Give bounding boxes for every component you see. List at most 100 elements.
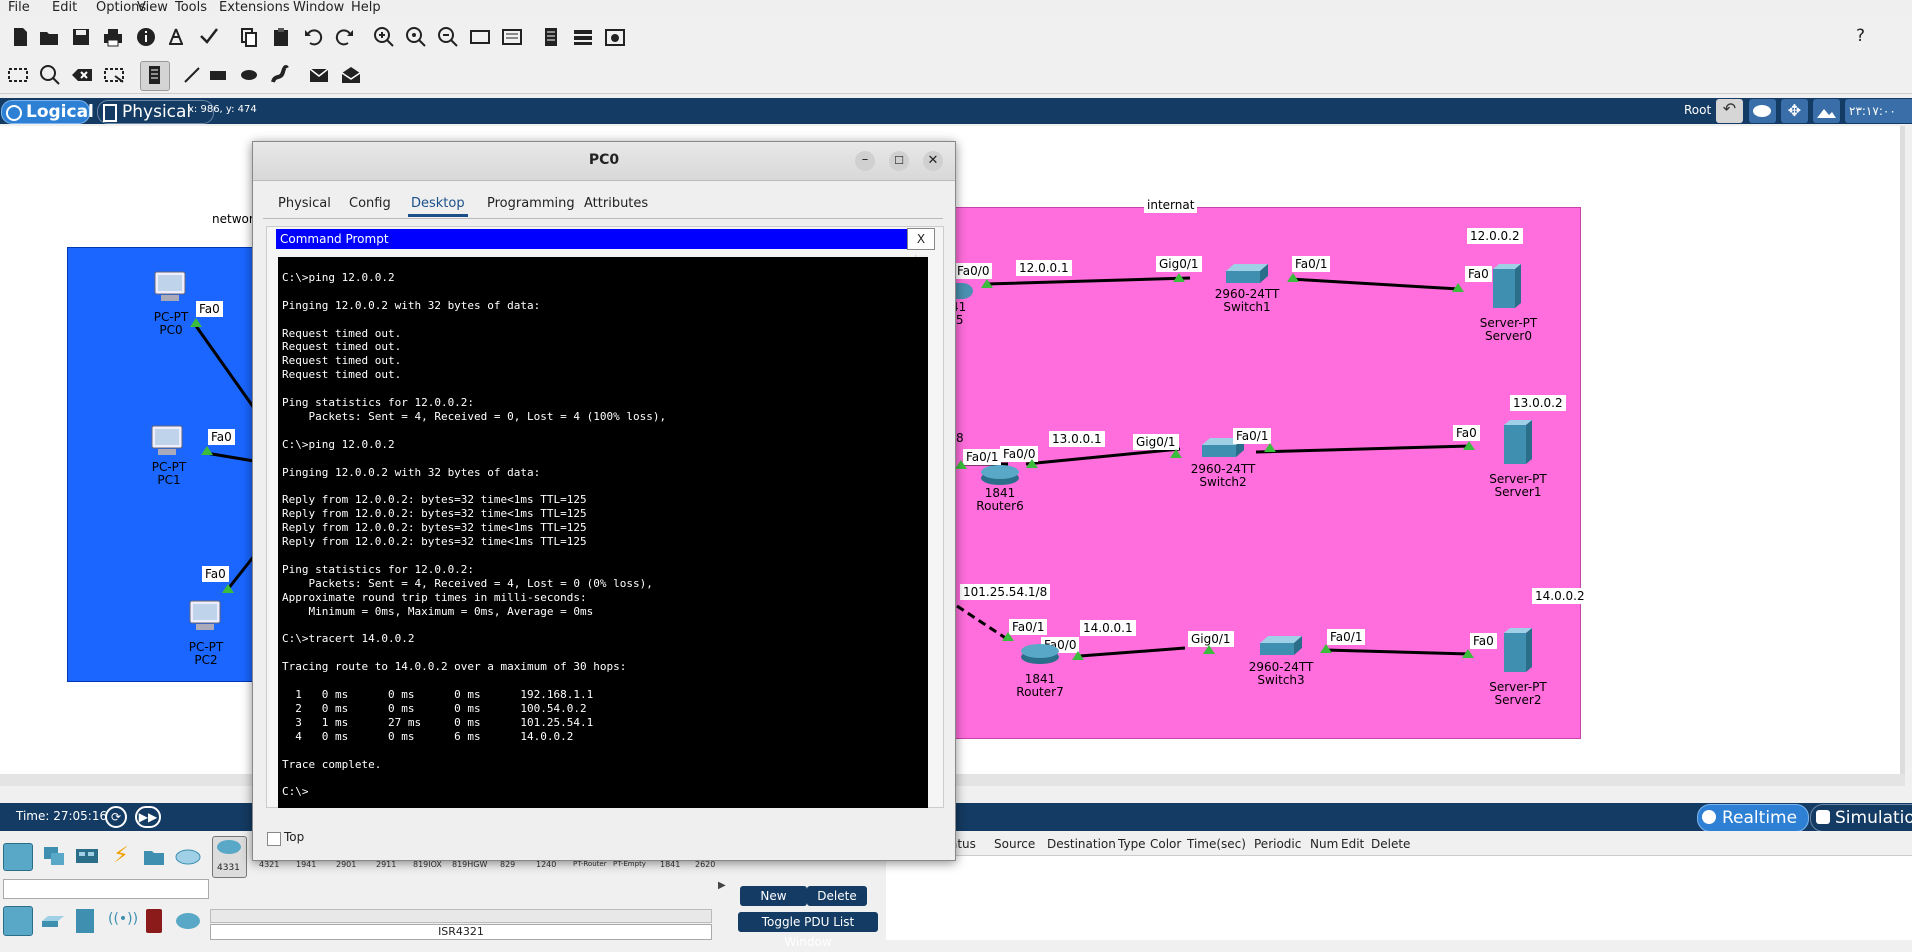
- multiuser-icon[interactable]: [174, 843, 202, 869]
- menu-tools[interactable]: Tools: [175, 0, 207, 15]
- new-file-icon[interactable]: [7, 24, 33, 50]
- inspect-icon[interactable]: [37, 62, 63, 88]
- connections-icon[interactable]: ⚡: [108, 843, 134, 869]
- model-829[interactable]: 829: [500, 860, 515, 869]
- menu-view[interactable]: View: [137, 0, 168, 15]
- minimize-icon[interactable]: –: [855, 151, 875, 171]
- model-819hgw[interactable]: 819HGW: [452, 860, 487, 869]
- pc0-device-icon[interactable]: [151, 271, 189, 305]
- add-complex-pdu-icon[interactable]: [338, 62, 364, 88]
- wan-emulation-icon[interactable]: [174, 909, 202, 931]
- zoom-out-icon[interactable]: [435, 24, 461, 50]
- model-list-scrollbar[interactable]: [210, 909, 712, 923]
- delete-scenario-button[interactable]: Delete: [807, 886, 867, 906]
- server1-device-icon[interactable]: [1502, 419, 1534, 465]
- model-2620[interactable]: 2620: [695, 860, 715, 869]
- zoom-in-icon[interactable]: [371, 24, 397, 50]
- add-simple-pdu-icon[interactable]: [306, 62, 332, 88]
- resize-shape-icon[interactable]: [101, 62, 127, 88]
- activity-wizard-icon[interactable]: [196, 24, 222, 50]
- save-icon[interactable]: [68, 24, 94, 50]
- tab-desktop[interactable]: Desktop: [408, 196, 468, 217]
- vertical-scrollbar[interactable]: [1900, 126, 1905, 774]
- freeform-icon[interactable]: [267, 62, 293, 88]
- network-devices-icon[interactable]: [3, 843, 33, 871]
- toggle-pdu-list-button[interactable]: Toggle PDU List Window: [738, 912, 878, 949]
- tab-config[interactable]: Config: [349, 196, 391, 211]
- screenshot-icon[interactable]: [602, 24, 628, 50]
- place-note-icon[interactable]: [140, 61, 170, 91]
- menu-extensions[interactable]: Extensions: [219, 0, 290, 15]
- print-icon[interactable]: [100, 24, 126, 50]
- top-checkbox[interactable]: [267, 832, 281, 846]
- draw-ellipse-icon[interactable]: [236, 62, 262, 88]
- menu-file[interactable]: File: [8, 0, 30, 15]
- model-pt-router[interactable]: PT-Router: [573, 860, 607, 868]
- delete-icon[interactable]: [69, 62, 95, 88]
- move-icon[interactable]: ✥: [1781, 99, 1808, 123]
- tab-physical-config[interactable]: Physical: [278, 196, 331, 211]
- menu-help[interactable]: Help: [351, 0, 381, 15]
- pdu-list[interactable]: [886, 855, 1912, 940]
- end-devices-icon[interactable]: [41, 843, 67, 869]
- model-pt-empty[interactable]: PT-Empty: [613, 860, 646, 868]
- paste-icon[interactable]: [268, 24, 294, 50]
- device-templates-icon[interactable]: [570, 24, 596, 50]
- notes-icon[interactable]: [538, 24, 564, 50]
- copy-icon[interactable]: [236, 24, 262, 50]
- model-1941[interactable]: 1941: [296, 860, 316, 869]
- info-icon[interactable]: [133, 24, 159, 50]
- viewport-icon[interactable]: [1813, 99, 1840, 123]
- cloud-icon[interactable]: [1749, 99, 1776, 123]
- switch3-device-icon[interactable]: [1256, 635, 1304, 657]
- redo-icon[interactable]: [332, 24, 358, 50]
- wireless-devices-icon[interactable]: ((•)): [108, 911, 138, 933]
- router6-device-icon[interactable]: [979, 464, 1021, 486]
- zoom-reset-icon[interactable]: [403, 24, 429, 50]
- tab-logical[interactable]: Logical: [1, 100, 94, 124]
- switch1-device-icon[interactable]: [1222, 263, 1270, 285]
- menu-edit[interactable]: Edit: [52, 0, 77, 15]
- close-icon[interactable]: ✕: [923, 151, 943, 171]
- model-1841[interactable]: 1841: [660, 860, 680, 869]
- drawing-palette-icon[interactable]: [467, 24, 493, 50]
- power-cycle-icon[interactable]: ⟳: [105, 806, 127, 828]
- model-4331-tile[interactable]: 4331: [212, 836, 247, 878]
- miscellaneous-icon[interactable]: [141, 843, 167, 869]
- server2-device-icon[interactable]: [1502, 627, 1534, 673]
- custom-device-icon[interactable]: [499, 24, 525, 50]
- simulation-mode-button[interactable]: Simulation: [1810, 804, 1912, 832]
- select-icon[interactable]: [5, 62, 31, 88]
- maximize-icon[interactable]: ☐: [889, 151, 909, 171]
- draw-rectangle-icon[interactable]: [205, 62, 231, 88]
- server0-device-icon[interactable]: [1491, 263, 1523, 309]
- open-folder-icon[interactable]: [36, 24, 62, 50]
- realtime-mode-button[interactable]: Realtime: [1697, 804, 1809, 832]
- model-2911[interactable]: 2911: [376, 860, 396, 869]
- new-scenario-button[interactable]: New: [740, 886, 807, 906]
- switches-icon[interactable]: [40, 909, 66, 933]
- model-1240[interactable]: 1240: [536, 860, 556, 869]
- security-icon[interactable]: [146, 909, 162, 933]
- components-icon[interactable]: [74, 843, 100, 869]
- tab-attributes[interactable]: Attributes: [584, 196, 648, 211]
- fast-forward-icon[interactable]: ▶▶: [135, 806, 161, 828]
- menu-window[interactable]: Window: [293, 0, 344, 15]
- network-wizard-icon[interactable]: [163, 24, 189, 50]
- pc0-titlebar[interactable]: PC0 – ☐ ✕: [253, 142, 955, 181]
- pc2-device-icon[interactable]: [186, 600, 224, 634]
- device-search-field[interactable]: [3, 879, 209, 899]
- tab-programming[interactable]: Programming: [487, 196, 575, 211]
- hubs-icon[interactable]: [76, 909, 94, 933]
- routers-icon[interactable]: [3, 906, 33, 936]
- model-819iox[interactable]: 819IOX: [413, 860, 442, 869]
- undo-icon[interactable]: [300, 24, 326, 50]
- command-prompt-close-button[interactable]: X: [907, 228, 935, 250]
- router7-device-icon[interactable]: [1019, 643, 1061, 665]
- model-4321[interactable]: 4321: [259, 860, 279, 869]
- draw-line-icon[interactable]: [179, 62, 205, 88]
- model-2901[interactable]: 2901: [336, 860, 356, 869]
- back-icon[interactable]: ↶: [1716, 99, 1743, 123]
- terminal-output[interactable]: C:\>ping 12.0.0.2 Pinging 12.0.0.2 with …: [278, 257, 928, 808]
- pc1-device-icon[interactable]: [148, 425, 186, 459]
